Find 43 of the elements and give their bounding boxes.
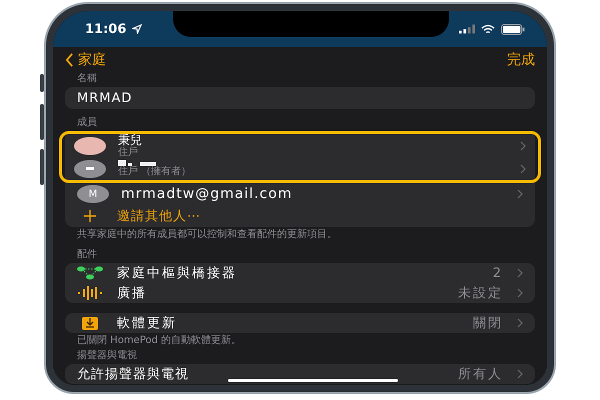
avatar-initial: M [77,185,109,203]
chevron-icon [517,369,523,379]
invite-button[interactable]: 邀請其他人⋯ [65,205,535,227]
row-value: 所有人 [458,366,503,383]
location-arrow-icon [132,24,142,34]
row-value: 關閉 [473,315,503,332]
member-name: 秉兒 [118,134,143,146]
chevron-icon [520,164,526,174]
wifi-icon [481,24,495,34]
settings-row[interactable]: 軟體更新 關閉 [65,313,535,333]
member-row[interactable]: 秉兒 住戶 [62,134,538,157]
row-value: 未設定 [458,285,503,302]
chevron-icon [520,140,526,150]
sound-wave-icon [77,286,103,300]
done-button[interactable]: 完成 [507,51,535,69]
pixelated-name [118,160,156,166]
chevron-icon [517,189,523,199]
plus-icon [83,209,97,223]
name-field[interactable]: MRMAD [65,87,535,109]
avatar-icon [74,160,106,178]
section-label: 配件 [76,249,98,261]
signal-icon [459,24,475,34]
section-label: 揚聲器與電視 [76,350,138,362]
member-role: 住戶 [118,146,139,158]
back-chevron-icon [65,53,74,67]
battery-icon [501,24,525,34]
row-value: 2 [492,266,503,280]
hub-icon [77,266,103,280]
section-label: 成員 [76,117,98,129]
section-footer: 共享家庭中的所有成員都可以控制和查看配件的更新項目。 [65,227,389,240]
settings-row[interactable]: 廣播 未設定 [65,283,535,303]
settings-row[interactable]: 允許揚聲器與電視 所有人 [65,364,535,384]
chevron-icon [517,318,523,328]
member-row[interactable]: M mrmadtw@gmail.com [65,183,535,205]
section-label: 名稱 [76,73,98,85]
section-footer: 已關閉 HomePod 的自動軟體更新。 [65,333,389,346]
member-role: 住戶 （擁有者） [118,166,192,177]
status-time: 11:06 [85,22,126,36]
back-button[interactable]: 家庭 [65,51,106,69]
settings-row[interactable]: 家庭中樞與橋接器 2 [65,263,535,283]
member-name: mrmadtw@gmail.com [121,188,294,200]
member-row[interactable]: 住戶 （擁有者） [62,157,538,180]
avatar-photo-placeholder [74,136,106,154]
